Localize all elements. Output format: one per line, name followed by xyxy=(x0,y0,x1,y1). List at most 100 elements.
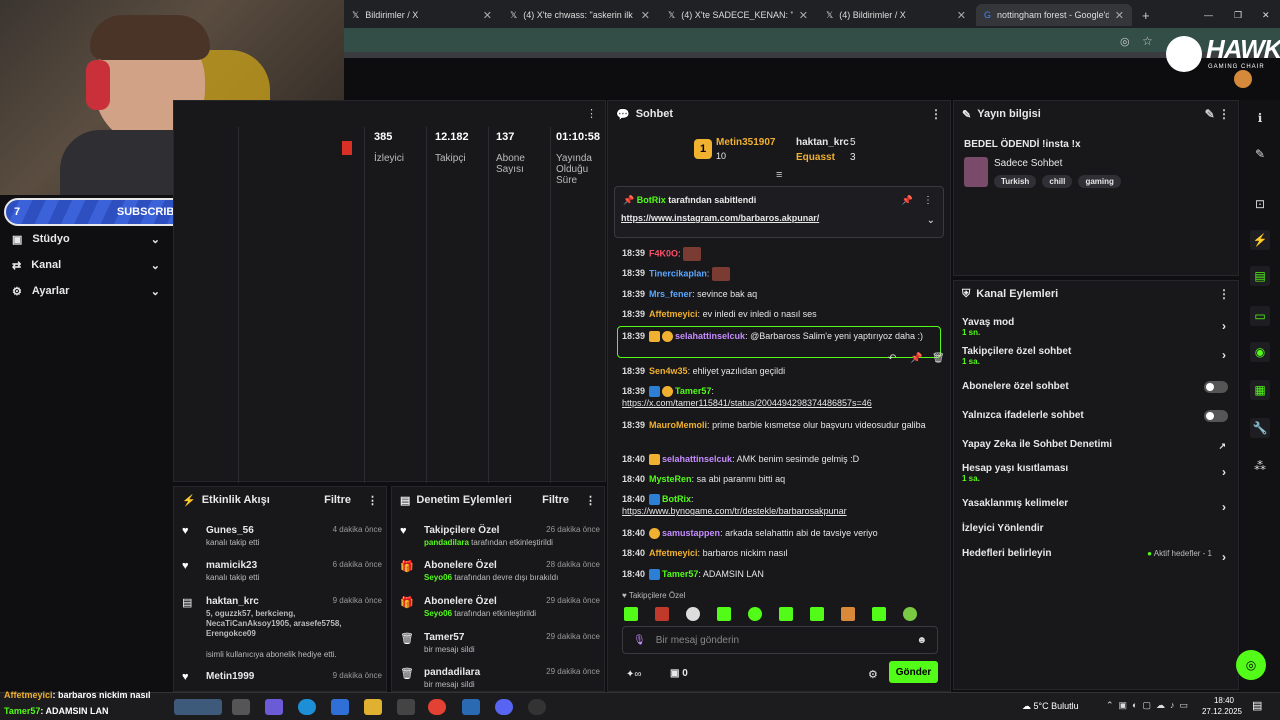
xbox-icon[interactable] xyxy=(397,699,415,715)
clock-time[interactable]: 18:40 xyxy=(1204,696,1234,705)
new-tab-button[interactable]: + xyxy=(1134,4,1158,26)
search-widget[interactable] xyxy=(174,699,222,715)
category-name[interactable]: Sadece Sohbet xyxy=(994,158,1062,169)
emote-icon[interactable] xyxy=(686,607,700,621)
emote-bar xyxy=(624,607,936,621)
chrome-icon[interactable] xyxy=(428,699,446,715)
browser-tab[interactable]: 𝕏(4) X'te chwass: "askerin ilk gün✕ xyxy=(502,4,658,26)
points-icon[interactable]: ✦∞ xyxy=(626,669,642,680)
support-icon[interactable]: ◎ xyxy=(1236,650,1266,680)
emote-icon[interactable] xyxy=(841,607,855,621)
tag[interactable]: chill xyxy=(1042,175,1073,188)
edge-icon[interactable] xyxy=(298,699,316,715)
close-icon[interactable]: ✕ xyxy=(641,9,650,22)
browser-tab-active[interactable]: Gnottingham forest - Google'da ✕ xyxy=(976,4,1132,26)
emote-icon[interactable] xyxy=(748,607,762,621)
lightning-icon[interactable]: ⚡ xyxy=(1250,230,1270,250)
emote-icon[interactable] xyxy=(872,607,886,621)
account-age-row[interactable]: Hesap yaşı kısıtlaması 1 sa. › xyxy=(962,463,1232,483)
emote-icon[interactable] xyxy=(810,607,824,621)
tag[interactable]: gaming xyxy=(1078,175,1121,188)
chat-input[interactable]: 🎙 Bir mesaj gönderin ☻ xyxy=(622,626,938,654)
tray-icons[interactable]: ⌃▣◐▢☁♪▭ xyxy=(1106,700,1193,711)
microphone-icon[interactable]: 🎙 xyxy=(633,635,646,646)
chat-settings-icon[interactable]: ⚙ xyxy=(868,668,878,681)
chat-message: 18:40 Affetmeyici: barbaros nickim nasıl xyxy=(622,548,788,558)
leader-name[interactable]: Equasst xyxy=(796,152,835,163)
filter-button[interactable]: Filtre xyxy=(542,494,569,506)
emote-icon[interactable] xyxy=(717,607,731,621)
notes-icon[interactable]: ▤ xyxy=(1250,266,1270,286)
filter-button[interactable]: Filtre xyxy=(324,494,351,506)
sidebar-item-channel[interactable]: ⇄ Kanal ⌄ xyxy=(0,252,172,278)
banned-words-row[interactable]: Yasaklanmış kelimeler › xyxy=(962,498,1232,514)
steam-icon[interactable] xyxy=(462,699,480,715)
pin-icon[interactable]: 📌 xyxy=(910,353,922,364)
info-icon[interactable]: ℹ xyxy=(1250,108,1270,128)
collapse-icon[interactable]: ≡ xyxy=(776,169,782,181)
broadcast-icon[interactable]: ◉ xyxy=(1250,342,1270,362)
share-icon[interactable]: ⁂ xyxy=(1250,456,1270,476)
emote-icon[interactable] xyxy=(655,607,669,621)
window-close-button[interactable]: ✕ xyxy=(1254,4,1278,26)
sidebar-item-studio[interactable]: ▣ Stüdyo ⌄ xyxy=(0,226,172,252)
send-button[interactable]: Gönder xyxy=(889,661,938,683)
more-icon[interactable]: ⋮ xyxy=(930,107,942,121)
edit-icon[interactable]: ✎ ⋮ xyxy=(1205,107,1230,121)
chevron-right-icon: › xyxy=(1222,465,1226,479)
ai-moderation-row[interactable]: Yapay Zeka ile Sohbet Denetimi ↗ xyxy=(962,439,1232,451)
close-icon[interactable]: ✕ xyxy=(483,9,492,22)
tag[interactable]: Turkish xyxy=(994,175,1037,188)
goals-row[interactable]: Hedefleri belirleyin ● Aktif hedefler - 1… xyxy=(962,548,1232,564)
emote-icon[interactable] xyxy=(903,607,917,621)
emote-icon[interactable] xyxy=(624,607,638,621)
sidebar-item-settings[interactable]: ⚙ Ayarlar ⌄ xyxy=(0,278,172,304)
discord-icon[interactable] xyxy=(495,699,513,715)
trash-icon[interactable]: 🗑 xyxy=(932,353,945,364)
raid-row[interactable]: İzleyici Yönlendir xyxy=(962,523,1232,534)
star-icon[interactable]: ☆ xyxy=(1142,34,1153,48)
maximize-button[interactable]: ❐ xyxy=(1226,4,1250,26)
minimize-button[interactable]: — xyxy=(1196,4,1221,26)
emote-icon[interactable] xyxy=(779,607,793,621)
copilot-icon[interactable] xyxy=(265,699,283,715)
chevron-down-icon[interactable]: ⌄ xyxy=(927,215,935,226)
focus-icon[interactable]: ⊡ xyxy=(1250,194,1270,214)
emoji-icon[interactable]: ☻ xyxy=(916,635,927,646)
emote-only-toggle[interactable] xyxy=(1204,410,1228,422)
close-icon[interactable]: ✕ xyxy=(957,9,966,22)
avatar[interactable] xyxy=(1234,70,1252,88)
clock-date[interactable]: 27.12.2025 xyxy=(1196,707,1242,716)
more-icon[interactable]: ⋮ xyxy=(367,494,378,507)
browser-tab[interactable]: 𝕏 (4) Bildirimler / X ✕ xyxy=(818,4,974,26)
wrench-icon[interactable]: 🔧 xyxy=(1250,418,1270,438)
more-icon[interactable]: ⋮ xyxy=(586,107,597,120)
leader-name[interactable]: Metin351907 xyxy=(716,137,775,148)
pencil-icon[interactable]: ✎ xyxy=(1250,144,1270,164)
browser-tab[interactable]: 𝕏 Bildirimler / X ✕ xyxy=(344,4,500,26)
browser-tab[interactable]: 𝕏(4) X'te SADECE_KENAN: "Öz şi✕ xyxy=(660,4,816,26)
close-icon[interactable]: ✕ xyxy=(799,9,808,22)
subscribers-only-toggle[interactable] xyxy=(1204,381,1228,393)
eye-off-icon[interactable]: ◎ xyxy=(1120,35,1130,48)
weather-widget[interactable]: ☁ 5°C Bulutlu xyxy=(1022,701,1079,712)
more-icon[interactable]: ⋮ xyxy=(923,195,933,206)
chat-bubble-icon[interactable]: ▭ xyxy=(1250,306,1270,326)
more-icon[interactable]: ⋮ xyxy=(1218,287,1230,301)
chevron-down-icon: ⌄ xyxy=(150,233,160,246)
obs-icon[interactable] xyxy=(528,699,546,715)
chevron-right-icon: › xyxy=(1222,348,1226,362)
task-view-icon[interactable] xyxy=(232,699,250,715)
layout-icon[interactable]: ▦ xyxy=(1250,380,1270,400)
pinned-link[interactable]: https://www.instagram.com/barbaros.akpun… xyxy=(621,213,819,223)
pin-icon[interactable]: 📌 xyxy=(902,195,913,206)
leader-name[interactable]: haktan_krc xyxy=(796,137,849,148)
undo-icon[interactable]: ↶ xyxy=(888,353,896,364)
slow-mode-row[interactable]: Yavaş mod 1 sn. › xyxy=(962,317,1232,337)
store-icon[interactable] xyxy=(331,699,349,715)
more-icon[interactable]: ⋮ xyxy=(585,494,596,507)
notification-icon[interactable]: ▤ xyxy=(1252,699,1262,712)
followers-only-row[interactable]: Takipçilere özel sohbet 1 sa. › xyxy=(962,346,1232,366)
folder-icon[interactable] xyxy=(364,699,382,715)
close-icon[interactable]: ✕ xyxy=(1115,9,1124,22)
